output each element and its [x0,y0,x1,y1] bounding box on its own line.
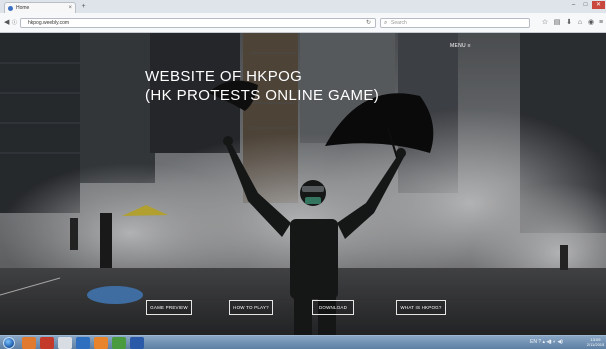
back-icon[interactable]: ◀ [4,19,9,27]
search-input[interactable]: ⌕ Search [380,18,530,28]
star-icon[interactable]: ☆ [541,18,549,27]
tab-close-icon[interactable]: × [68,5,72,11]
tab-home[interactable]: Home × [4,2,76,13]
hero-title-line-1: WEBSITE OF HKPOG [145,68,303,85]
download-button[interactable]: DOWNLOAD [312,300,354,315]
close-window-button[interactable]: ✕ [592,1,605,9]
home-icon[interactable]: ⌂ [576,18,584,27]
what-is-hkpog-button[interactable]: WHAT IS HKPOG? [396,300,446,315]
search-icon: ⌕ [384,20,388,26]
clock-date: 2/11/2015 [586,342,605,347]
menu-icon[interactable]: ≡ [597,18,605,27]
taskbar-app-icon[interactable] [40,337,54,349]
hero-title: WEBSITE OF HKPOG (HK PROTESTS ONLINE GAM… [145,67,379,105]
new-tab-button[interactable]: + [79,3,88,11]
start-button[interactable] [3,337,15,349]
taskbar-app-icon[interactable] [58,337,72,349]
reading-list-icon[interactable]: ▤ [553,18,561,27]
game-preview-button[interactable]: GAME PREVIEW [146,300,192,315]
menu-button[interactable]: MENU ≡ [450,43,471,49]
word-icon[interactable] [130,337,144,349]
download-icon[interactable]: ⬇ [565,18,573,27]
navigation-bar: ◀ ⓘ hkpog.weebly.com ↻ ⌕ Search ☆ ▤ ⬇ ⌂ … [0,13,606,33]
taskbar: EN ? ▴ ◂▮ ◐ ◀) 13:09 2/11/2015 [0,335,606,349]
search-placeholder: Search [391,20,407,26]
taskbar-clock[interactable]: 13:09 2/11/2015 [586,337,605,347]
site-info-icon[interactable]: ⓘ [12,19,17,27]
taskbar-app-icon[interactable] [22,337,36,349]
taskbar-app-icon[interactable] [76,337,90,349]
tab-strip: Home × + – □ ✕ [0,0,606,13]
minimize-button[interactable]: – [568,1,579,9]
hero-title-line-2: (HK PROTESTS ONLINE GAME) [145,87,380,104]
taskbar-app-icon[interactable] [112,337,126,349]
favicon-icon [8,5,13,11]
chat-icon[interactable]: ◉ [587,18,595,27]
url-text: hkpog.weebly.com [28,20,70,26]
page-viewport: MENU ≡ WEBSITE OF HKPOG (HK PROTESTS ONL… [0,33,606,335]
maximize-button[interactable]: □ [580,1,591,9]
firefox-icon[interactable] [94,337,108,349]
url-bar[interactable]: hkpog.weebly.com ↻ [20,18,376,28]
reload-icon[interactable]: ↻ [366,19,371,27]
system-tray[interactable]: EN ? ▴ ◂▮ ◐ ◀) [530,339,563,345]
tab-title: Home [16,5,30,11]
how-to-play-button[interactable]: HOW TO PLAY? [229,300,273,315]
